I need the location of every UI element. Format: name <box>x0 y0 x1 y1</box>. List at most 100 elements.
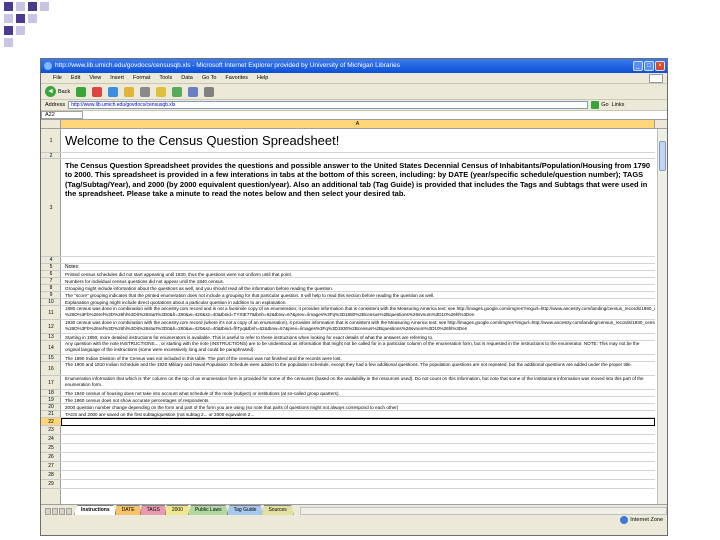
search-icon[interactable] <box>140 86 151 97</box>
row-number[interactable]: 3 <box>41 159 61 257</box>
row-number[interactable]: 9 <box>41 292 61 299</box>
note-cell[interactable]: The 1940 census of housing does not take… <box>61 390 655 397</box>
tab-instructions[interactable]: Instructions <box>74 505 117 515</box>
row-number[interactable]: 14 <box>41 341 61 355</box>
note-cell[interactable]: Numbers for individual census questions … <box>61 278 655 285</box>
note-cell[interactable]: The 1960 census does not show accurate p… <box>61 397 655 404</box>
row-number[interactable]: 5 <box>41 264 61 271</box>
menu-favorites[interactable]: Favorites <box>225 75 248 81</box>
note-cell[interactable]: The 1900 and 1910 Indian Schedule and th… <box>61 362 655 376</box>
vertical-scrollbar[interactable] <box>657 129 667 504</box>
menu-goto[interactable]: Go To <box>202 75 217 81</box>
note-cell[interactable]: Grouping might include information about… <box>61 285 655 292</box>
menu-file[interactable]: File <box>53 75 62 81</box>
row-number[interactable]: 17 <box>41 376 61 390</box>
empty-cell[interactable] <box>61 426 655 435</box>
note-cell[interactable]: Any question with the note INSTRUCTIONS.… <box>61 341 655 355</box>
row-number[interactable]: 20 <box>41 404 61 411</box>
print-icon[interactable] <box>204 86 215 97</box>
row-number-active[interactable]: 22 <box>41 418 61 426</box>
row-number[interactable]: 25 <box>41 444 61 453</box>
note-cell[interactable]: TAGS and 2000 are saved on the first sub… <box>61 411 655 418</box>
refresh-icon[interactable] <box>108 86 119 97</box>
row-number[interactable]: 23 <box>41 426 61 435</box>
prev-tab-icon[interactable] <box>52 508 58 515</box>
close-icon[interactable]: × <box>655 61 665 71</box>
column-header-a[interactable]: A <box>61 120 655 128</box>
row-number[interactable]: 13 <box>41 334 61 341</box>
row-number[interactable]: 26 <box>41 453 61 462</box>
note-cell[interactable]: Starting in 1850, more detailed instruct… <box>61 334 655 341</box>
welcome-heading[interactable]: Welcome to the Census Question Spreadshe… <box>61 129 655 153</box>
tab-tag-guide[interactable]: Tag Guide <box>226 505 264 515</box>
back-button[interactable]: ◄ Back <box>45 86 70 97</box>
tab-date[interactable]: DATE <box>114 505 142 515</box>
tab-tags[interactable]: TAGS <box>139 505 167 515</box>
minimize-icon[interactable]: _ <box>633 61 643 71</box>
links-label[interactable]: Links <box>612 102 625 108</box>
note-cell[interactable]: 1880 census was done in combination with… <box>61 306 655 320</box>
row-number[interactable]: 27 <box>41 462 61 471</box>
last-tab-icon[interactable] <box>66 508 72 515</box>
next-tab-icon[interactable] <box>59 508 65 515</box>
menu-view[interactable]: View <box>89 75 101 81</box>
horizontal-scrollbar[interactable] <box>299 507 667 515</box>
row-number[interactable]: 19 <box>41 397 61 404</box>
toolbar: ◄ Back <box>41 84 667 100</box>
go-button[interactable]: Go <box>591 101 609 109</box>
home-icon[interactable] <box>124 86 135 97</box>
row-number[interactable]: 12 <box>41 320 61 334</box>
menu-tools[interactable]: Tools <box>159 75 172 81</box>
note-cell[interactable]: Explanation grouping might include direc… <box>61 299 655 306</box>
favorites-icon[interactable] <box>156 86 167 97</box>
note-cell[interactable]: Printed census schedules did not start a… <box>61 271 655 278</box>
row-number[interactable]: 15 <box>41 355 61 362</box>
note-cell[interactable]: 2000 question number change depending on… <box>61 404 655 411</box>
empty-cell[interactable] <box>61 471 655 480</box>
empty-cell[interactable] <box>61 453 655 462</box>
menu-edit[interactable]: Edit <box>71 75 80 81</box>
note-cell[interactable]: Notes: <box>61 264 655 271</box>
row-number[interactable]: 8 <box>41 285 61 292</box>
note-cell[interactable]: Enumeration information that which is 't… <box>61 376 655 390</box>
tab-2000[interactable]: 2000 <box>164 505 190 515</box>
empty-cell[interactable] <box>61 435 655 444</box>
empty-cell[interactable] <box>61 462 655 471</box>
row-number[interactable]: 28 <box>41 471 61 480</box>
note-cell[interactable]: The "score" grouping indicates that the … <box>61 292 655 299</box>
scrollbar-thumb[interactable] <box>659 141 666 171</box>
selected-cell[interactable] <box>61 418 655 426</box>
history-icon[interactable] <box>172 86 183 97</box>
menu-help[interactable]: Help <box>257 75 268 81</box>
intro-paragraph[interactable]: The Census Question Spreadsheet provides… <box>61 159 655 257</box>
forward-icon[interactable] <box>76 86 87 97</box>
note-cell[interactable]: 1930 census was done in combination with… <box>61 320 655 334</box>
row-number[interactable]: 16 <box>41 362 61 376</box>
menu-insert[interactable]: Insert <box>110 75 124 81</box>
row-number[interactable]: 18 <box>41 390 61 397</box>
tab-sources[interactable]: Sources <box>261 505 294 515</box>
row-number[interactable]: 21 <box>41 411 61 418</box>
row-number[interactable]: 24 <box>41 435 61 444</box>
row-number[interactable]: 7 <box>41 278 61 285</box>
row-number[interactable]: 1 <box>41 129 61 153</box>
address-input[interactable]: http://www.lib.umich.edu/govdocs/censusq… <box>68 101 589 109</box>
name-box[interactable]: A22 <box>41 111 83 119</box>
mail-icon[interactable] <box>188 86 199 97</box>
row-number[interactable]: 10 <box>41 299 61 306</box>
menu-data[interactable]: Data <box>181 75 193 81</box>
note-cell[interactable]: The 1890 Indian Division of the Census w… <box>61 355 655 362</box>
row-number[interactable]: 11 <box>41 306 61 320</box>
empty-cell[interactable] <box>61 480 655 489</box>
row-number[interactable]: 29 <box>41 480 61 489</box>
empty-cell[interactable] <box>61 257 655 264</box>
select-all-corner[interactable] <box>41 120 61 128</box>
menu-format[interactable]: Format <box>133 75 150 81</box>
empty-cell[interactable] <box>61 444 655 453</box>
row-number[interactable]: 6 <box>41 271 61 278</box>
first-tab-icon[interactable] <box>45 508 51 515</box>
maximize-icon[interactable]: □ <box>644 61 654 71</box>
row-number[interactable]: 4 <box>41 257 61 264</box>
tab-public-laws[interactable]: Public Laws <box>187 505 229 515</box>
stop-icon[interactable] <box>92 86 103 97</box>
